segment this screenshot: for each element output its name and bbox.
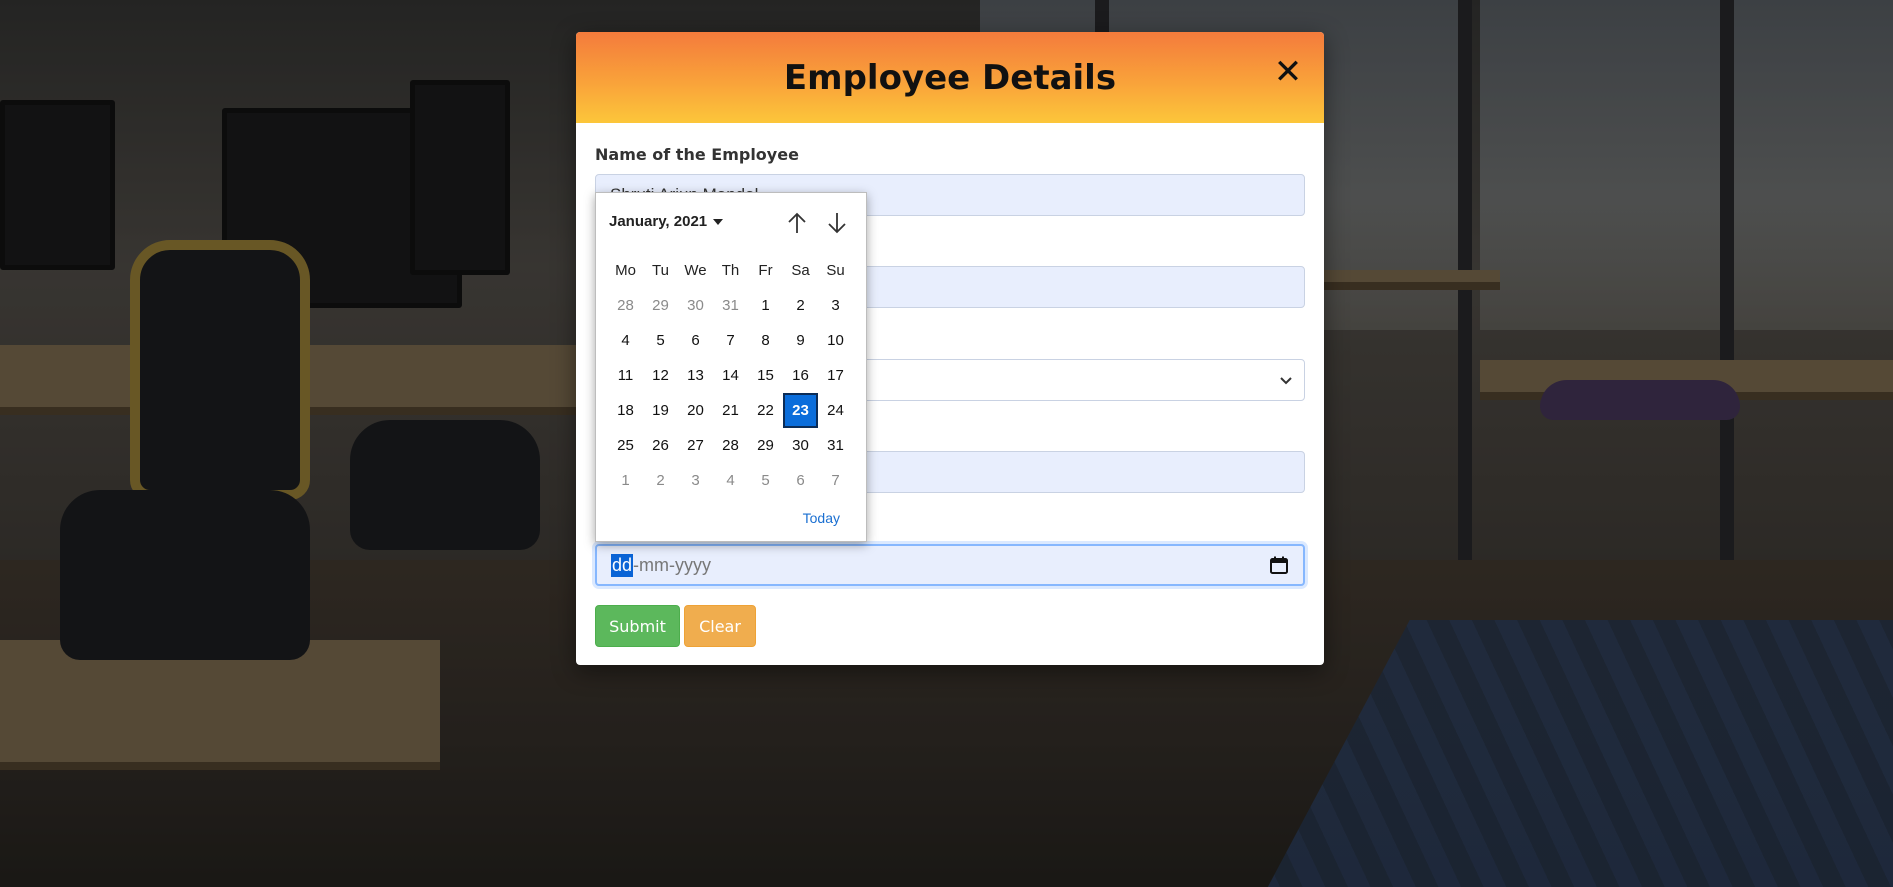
calendar-day[interactable]: 5 (643, 323, 678, 358)
calendar-day[interactable]: 7 (818, 463, 853, 498)
weekday-header: Su (826, 262, 845, 279)
calendar-day[interactable]: 23 (783, 393, 818, 428)
calendar-day[interactable]: 29 (748, 428, 783, 463)
calendar-day[interactable]: 6 (783, 463, 818, 498)
calendar-day[interactable]: 29 (643, 288, 678, 323)
calendar-day[interactable]: 28 (608, 288, 643, 323)
calendar-day[interactable]: 12 (643, 358, 678, 393)
weekday-header: We (684, 262, 707, 279)
calendar-day[interactable]: 5 (748, 463, 783, 498)
date-input[interactable]: dd -mm-yyyy (595, 544, 1305, 586)
calendar-day[interactable]: 31 (818, 428, 853, 463)
today-button[interactable]: Today (803, 510, 840, 526)
clear-button[interactable]: Clear (684, 605, 756, 647)
calendar-day[interactable]: 20 (678, 393, 713, 428)
arrow-down-icon[interactable] (824, 210, 850, 236)
calendar-day[interactable]: 7 (713, 323, 748, 358)
date-placeholder: -mm-yyyy (633, 554, 712, 575)
calendar-icon[interactable] (1269, 555, 1289, 575)
chevron-down-icon (1280, 377, 1292, 385)
calendar-day[interactable]: 2 (643, 463, 678, 498)
month-year-label: January, 2021 (609, 213, 708, 230)
calendar-day[interactable]: 30 (678, 288, 713, 323)
calendar-day[interactable]: 4 (608, 323, 643, 358)
calendar-day[interactable]: 30 (783, 428, 818, 463)
calendar-day[interactable]: 17 (818, 358, 853, 393)
close-button[interactable]: ✕ (1270, 54, 1306, 90)
calendar-day[interactable]: 9 (783, 323, 818, 358)
calendar-day[interactable]: 22 (748, 393, 783, 428)
calendar-day[interactable]: 6 (678, 323, 713, 358)
arrow-up-icon[interactable] (784, 210, 810, 236)
weekday-header: Sa (791, 262, 810, 279)
calendar-day[interactable]: 3 (818, 288, 853, 323)
date-day-segment[interactable]: dd (611, 553, 634, 577)
calendar-day[interactable]: 24 (818, 393, 853, 428)
calendar-day[interactable]: 16 (783, 358, 818, 393)
calendar-day[interactable]: 10 (818, 323, 853, 358)
submit-button[interactable]: Submit (595, 605, 680, 647)
caret-down-icon (713, 218, 724, 225)
calendar-day[interactable]: 14 (713, 358, 748, 393)
calendar-day[interactable]: 19 (643, 393, 678, 428)
modal-title: Employee Details (783, 57, 1117, 98)
date-picker-popup: January, 2021 Mo Tu We Th Fr Sa Su 28 29 30 31 1 2 3 4… (595, 192, 867, 542)
calendar-day[interactable]: 27 (678, 428, 713, 463)
calendar-grid: Mo Tu We Th Fr Sa Su 28 29 30 31 1 2 3 4 5 6 7 8 9 10 11 12 13 1… (608, 253, 853, 498)
weekday-header: Mo (615, 262, 636, 279)
calendar-day[interactable]: 4 (713, 463, 748, 498)
employee-name-label: Name of the Employee (595, 145, 799, 164)
calendar-day[interactable]: 21 (713, 393, 748, 428)
calendar-day[interactable]: 31 (713, 288, 748, 323)
weekday-header: Fr (758, 262, 773, 279)
calendar-day[interactable]: 25 (608, 428, 643, 463)
calendar-day[interactable]: 15 (748, 358, 783, 393)
modal-header: Employee Details ✕ (576, 32, 1324, 123)
weekday-header: Tu (652, 262, 669, 279)
calendar-day[interactable]: 18 (608, 393, 643, 428)
calendar-day[interactable]: 26 (643, 428, 678, 463)
calendar-day[interactable]: 8 (748, 323, 783, 358)
calendar-day[interactable]: 1 (748, 288, 783, 323)
calendar-day[interactable]: 28 (713, 428, 748, 463)
weekday-header: Th (721, 262, 740, 279)
calendar-day[interactable]: 3 (678, 463, 713, 498)
calendar-day[interactable]: 13 (678, 358, 713, 393)
calendar-day[interactable]: 1 (608, 463, 643, 498)
calendar-day[interactable]: 11 (608, 358, 643, 393)
calendar-day[interactable]: 2 (783, 288, 818, 323)
month-year-selector[interactable]: January, 2021 (609, 213, 724, 230)
